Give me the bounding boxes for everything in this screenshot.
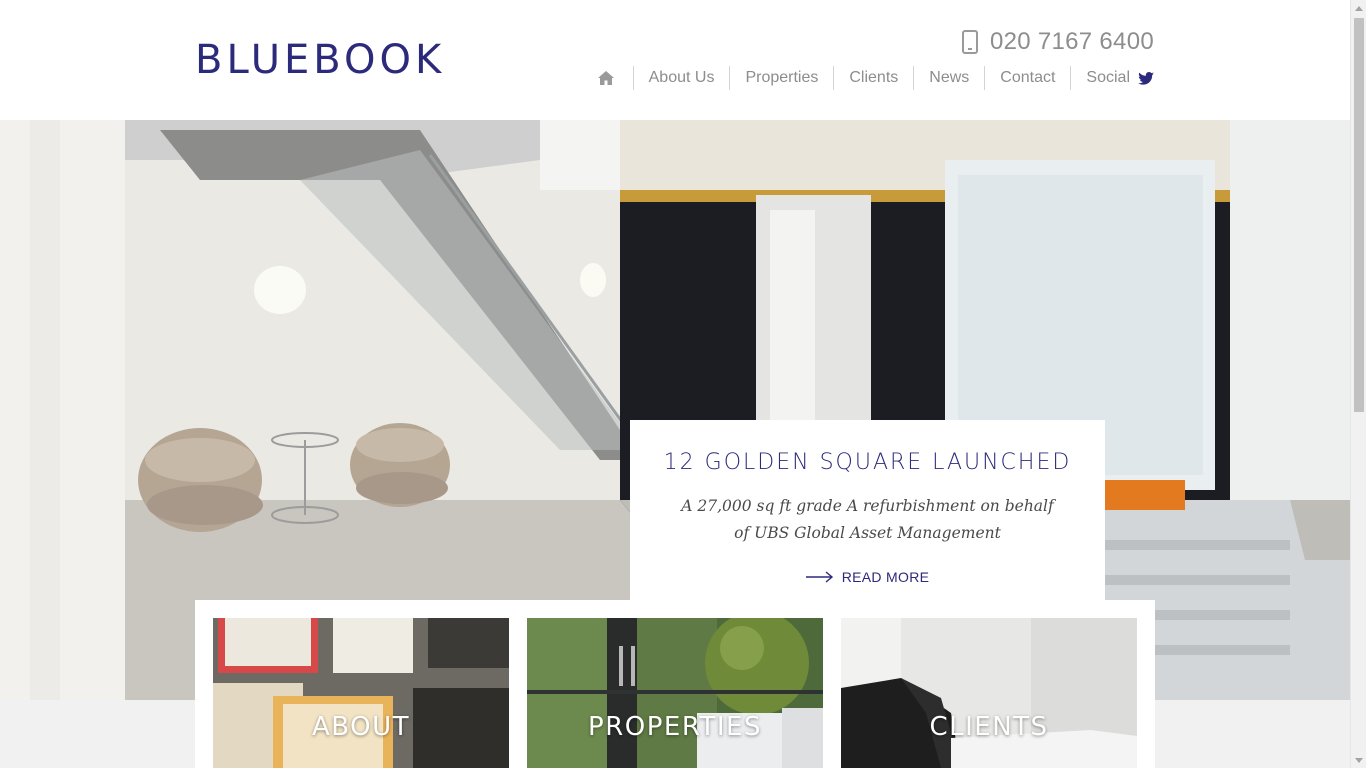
- read-more-label: READ MORE: [841, 569, 930, 585]
- twitter-icon[interactable]: [1138, 71, 1154, 85]
- feature-card: 12 GOLDEN SQUARE LAUNCHED A 27,000 sq ft…: [630, 420, 1105, 630]
- feature-title: 12 GOLDEN SQUARE LAUNCHED: [663, 450, 1072, 475]
- phone-number[interactable]: 020 7167 6400: [990, 28, 1154, 56]
- arrow-right-icon: [805, 571, 834, 583]
- nav-social[interactable]: Social: [1070, 66, 1154, 90]
- site-header: BLUEBOOK 020 7167 6400 About Us Properti…: [0, 0, 1350, 120]
- site-logo[interactable]: BLUEBOOK: [195, 36, 445, 84]
- tile-clients-image: [841, 618, 1137, 768]
- nav-home[interactable]: [597, 66, 633, 90]
- tile-clients-label: CLIENTS: [929, 712, 1049, 742]
- feature-description: A 27,000 sq ft grade A refurbishment on …: [681, 497, 1054, 542]
- nav-properties[interactable]: Properties: [729, 66, 833, 90]
- tile-properties-label: PROPERTIES: [588, 712, 762, 742]
- tile-clients[interactable]: CLIENTS: [841, 618, 1137, 768]
- nav-social-label: Social: [1086, 69, 1130, 86]
- read-more-link[interactable]: READ MORE: [805, 569, 930, 585]
- tile-about-label: ABOUT: [311, 712, 411, 742]
- tile-properties[interactable]: PROPERTIES: [527, 618, 823, 768]
- scroll-down-arrow[interactable]: [1351, 752, 1366, 768]
- nav-about-us[interactable]: About Us: [632, 66, 730, 90]
- scroll-up-arrow[interactable]: [1351, 0, 1366, 16]
- page-scrollbar[interactable]: [1350, 0, 1366, 768]
- home-icon: [597, 70, 615, 86]
- scroll-thumb[interactable]: [1354, 18, 1364, 412]
- nav-contact[interactable]: Contact: [984, 66, 1070, 90]
- tile-about-image: [213, 618, 509, 768]
- nav-news[interactable]: News: [913, 66, 984, 90]
- tile-properties-image: [527, 618, 823, 768]
- tile-about[interactable]: ABOUT: [213, 618, 509, 768]
- nav-clients[interactable]: Clients: [833, 66, 913, 90]
- mobile-phone-icon: [961, 30, 978, 54]
- main-nav: About Us Properties Clients News Contact…: [597, 64, 1154, 92]
- phone-contact[interactable]: 020 7167 6400: [961, 28, 1154, 56]
- section-tiles: ABOUT PROPERTIES CLIENTS: [195, 600, 1155, 768]
